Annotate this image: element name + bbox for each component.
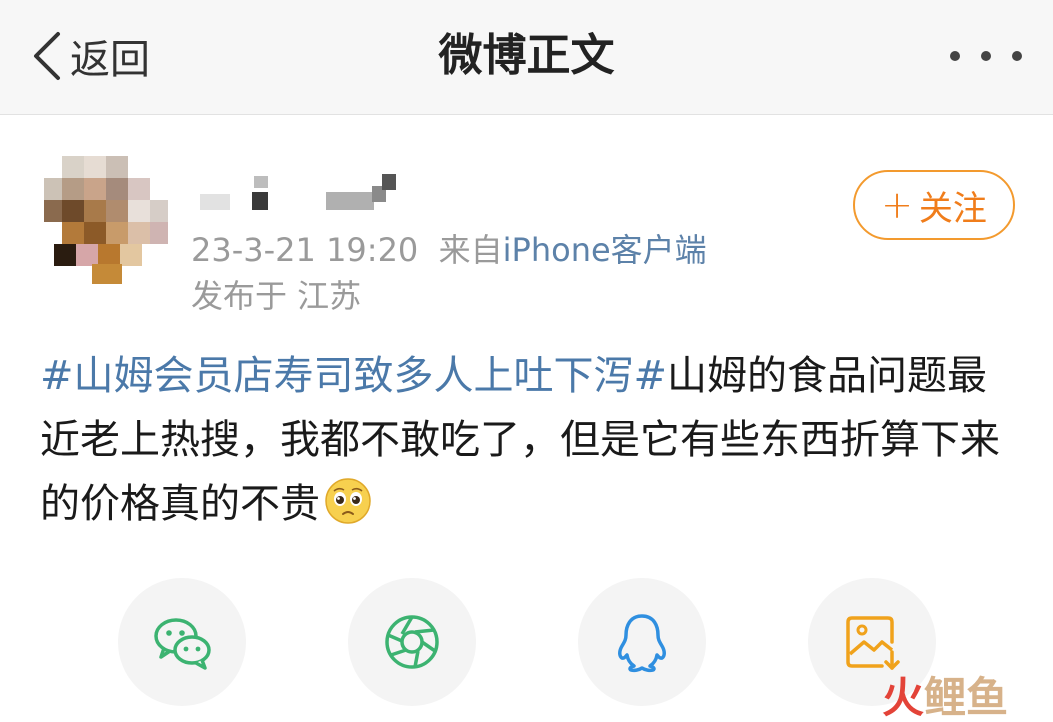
save-image-icon — [846, 616, 900, 670]
post-content: #山姆会员店寿司致多人上吐下泻#山姆的食品问题最近老上热搜，我都不敢吃了，但是它… — [40, 344, 1025, 536]
plus-icon: + — [881, 183, 913, 227]
follow-button[interactable]: + 关注 — [853, 170, 1015, 240]
share-wechat-button[interactable] — [118, 578, 246, 706]
qq-icon — [618, 614, 666, 673]
post-location: 发布于 江苏 — [191, 277, 362, 315]
navigation-bar: 返回 微博正文 — [0, 0, 1053, 115]
watermark-logo: 火鲤鱼 — [882, 676, 1008, 720]
more-options-button[interactable] — [950, 46, 1022, 66]
moments-icon — [385, 615, 439, 669]
more-dot-icon — [981, 51, 991, 61]
post-meta: 23-3-21 19:20 来自iPhone客户端 — [191, 230, 707, 270]
page-title: 微博正文 — [438, 30, 615, 81]
username-blurred[interactable] — [196, 172, 416, 220]
pleading-face-icon — [325, 478, 371, 524]
wechat-icon — [154, 618, 211, 670]
from-prefix: 来自 — [438, 231, 503, 269]
more-dot-icon — [1012, 51, 1022, 61]
follow-label: 关注 — [918, 188, 987, 229]
post-source[interactable]: iPhone客户端 — [503, 231, 707, 269]
share-qq-button[interactable] — [578, 578, 706, 706]
watermark-part2: 鲤鱼 — [924, 673, 1009, 722]
hashtag-link[interactable]: #山姆会员店寿司致多人上吐下泻# — [40, 353, 667, 399]
more-dot-icon — [950, 51, 960, 61]
watermark-part1: 火 — [882, 673, 925, 722]
share-moments-button[interactable] — [348, 578, 476, 706]
post-time: 23-3-21 19:20 — [191, 231, 419, 269]
avatar[interactable] — [44, 156, 168, 284]
